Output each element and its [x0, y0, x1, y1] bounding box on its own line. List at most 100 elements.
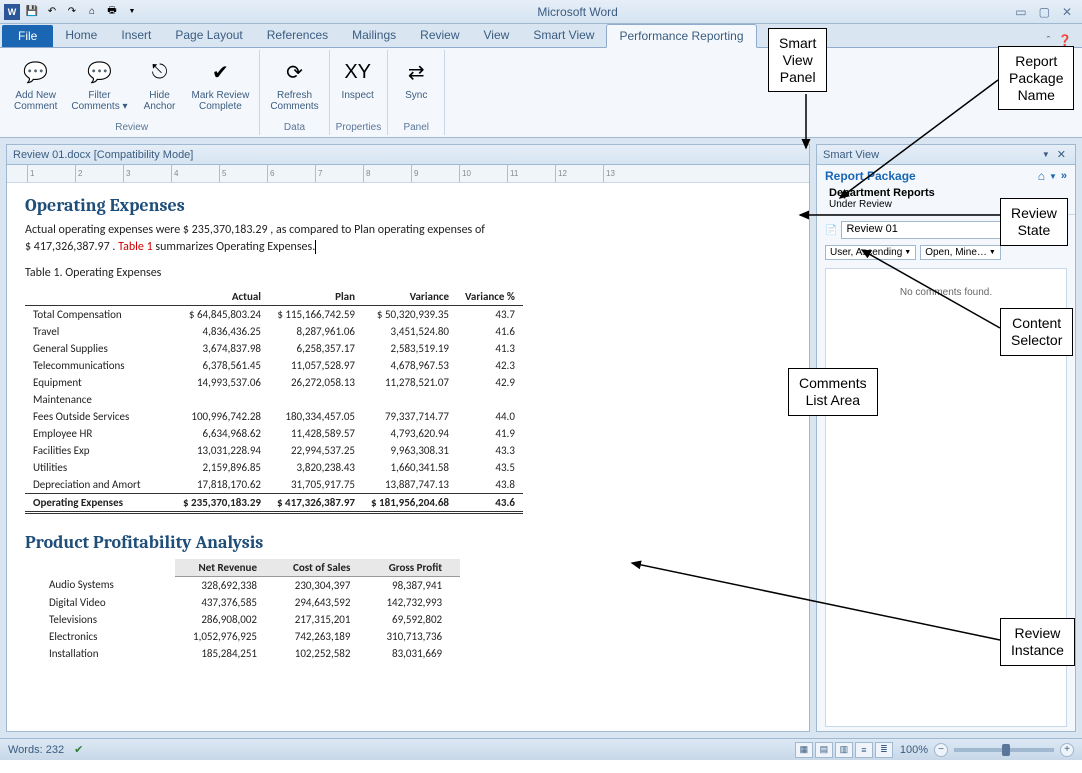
ribbon-group-review: 💬Add NewComment💬FilterComments ▾⎋HideAnc… [4, 50, 260, 135]
table-row: Televisions286,908,002217,315,20169,592,… [25, 611, 460, 628]
mark-review-complete-label: Mark ReviewComplete [192, 90, 250, 112]
view-full-screen[interactable]: ▤ [815, 742, 833, 758]
profitability-table: Net RevenueCost of SalesGross ProfitAudi… [25, 559, 460, 662]
tab-review[interactable]: Review [408, 24, 471, 47]
proofing-check-icon[interactable]: ✔ [74, 743, 83, 756]
ribbon-group-properties: XYInspect Properties [330, 50, 389, 135]
callout-content-selector: ContentSelector [1000, 308, 1073, 356]
document-area: Review 01.docx [Compatibility Mode] 1234… [0, 138, 1082, 738]
hide-anchor-icon: ⎋ [144, 56, 176, 88]
inspect[interactable]: XYInspect [336, 54, 380, 103]
tab-smart-view[interactable]: Smart View [521, 24, 606, 47]
zoom-in-button[interactable]: + [1060, 743, 1074, 757]
refresh-comments[interactable]: ⟳RefreshComments [266, 54, 322, 114]
quick-access-toolbar: W 💾 ↶ ↷ ⌂ 🖶 ▼ [4, 4, 140, 20]
close-button[interactable]: ✕ [1062, 5, 1072, 19]
table-row: Digital Video437,376,585294,643,592142,7… [25, 594, 460, 611]
table1-caption: Table 1. Operating Expenses [25, 266, 791, 280]
word-app-icon: W [4, 4, 20, 20]
tab-home[interactable]: Home [53, 24, 109, 47]
ribbon-group-panel: ⇄ Sync Panel [388, 50, 445, 135]
view-draft[interactable]: ≣ [875, 742, 893, 758]
ribbon-group-label: Properties [336, 120, 382, 135]
table-row: Fees Outside Services100,996,742.28180,3… [25, 408, 523, 425]
add-new-comment-label: Add NewComment [14, 90, 57, 112]
hide-anchor-label: HideAnchor [144, 90, 176, 112]
view-outline[interactable]: ≡ [855, 742, 873, 758]
view-web-layout[interactable]: ▥ [835, 742, 853, 758]
sort-filter[interactable]: User, Ascending▼ [825, 245, 916, 260]
qat-dropdown-icon[interactable]: ▼ [124, 4, 140, 20]
horizontal-ruler: 12345678910111213 [7, 165, 809, 183]
document-content: Operating Expenses Actual operating expe… [7, 183, 809, 731]
callout-report-package-name: ReportPackageName [998, 46, 1074, 110]
file-tab[interactable]: File [2, 25, 53, 47]
add-new-comment-icon: 💬 [20, 56, 52, 88]
tab-references[interactable]: References [255, 24, 340, 47]
panel-more-icon[interactable]: » [1061, 170, 1067, 182]
minimize-button[interactable]: ▭ [1015, 5, 1026, 19]
ribbon-body: 💬Add NewComment💬FilterComments ▾⎋HideAnc… [0, 48, 1082, 138]
refresh-comments-icon: ⟳ [278, 56, 310, 88]
title-bar: W 💾 ↶ ↷ ⌂ 🖶 ▼ Microsoft Word ▭ ▢ ✕ [0, 0, 1082, 24]
panel-menu-icon[interactable]: ▼ [1045, 172, 1061, 181]
table-row: Maintenance [25, 391, 523, 408]
filter-comments-icon: 💬 [83, 56, 115, 88]
no-comments-label: No comments found. [900, 287, 992, 298]
ribbon-group-label: Panel [394, 120, 438, 135]
zoom-out-button[interactable]: − [934, 743, 948, 757]
filter-comments[interactable]: 💬FilterComments ▾ [67, 54, 131, 114]
table-row: Audio Systems328,692,338230,304,39798,38… [25, 576, 460, 594]
ribbon-minimize-icon[interactable]: ˆ [1047, 35, 1051, 47]
ribbon-group-data: ⟳RefreshComments Data [260, 50, 329, 135]
view-print-layout[interactable]: ▦ [795, 742, 813, 758]
zoom-level[interactable]: 100% [900, 744, 928, 756]
mark-review-complete-icon: ✔ [204, 56, 236, 88]
sync[interactable]: ⇄ Sync [394, 54, 438, 103]
table-row: General Supplies3,674,837.986,258,357.17… [25, 340, 523, 357]
undo-icon[interactable]: ↶ [44, 4, 60, 20]
ribbon-tabs: File HomeInsertPage LayoutReferencesMail… [0, 24, 1082, 48]
smart-view-panel-title: Smart View ▼ ✕ [817, 145, 1075, 165]
tab-view[interactable]: View [472, 24, 522, 47]
table-row: Utilities2,159,896.853,820,238.431,660,3… [25, 459, 523, 476]
table-row: Telecommunications6,378,561.4511,057,528… [25, 357, 523, 374]
table-row: Travel4,836,436.258,287,961.063,451,524.… [25, 323, 523, 340]
panel-home-icon[interactable]: ⌂ [1038, 169, 1045, 183]
status-bar: Words: 232 ✔ ▦ ▤ ▥ ≡ ≣ 100% − + [0, 738, 1082, 760]
maximize-button[interactable]: ▢ [1039, 5, 1050, 19]
document-tab[interactable]: Review 01.docx [Compatibility Mode] [7, 145, 809, 165]
heading-profitability: Product Profitability Analysis [25, 532, 791, 553]
review-instance-icon: 📄 [825, 225, 837, 236]
table-row: Equipment14,993,537.0626,272,058.1311,27… [25, 374, 523, 391]
hide-anchor[interactable]: ⎋HideAnchor [138, 54, 182, 114]
add-new-comment[interactable]: 💬Add NewComment [10, 54, 61, 114]
panel-dropdown-icon[interactable]: ▼ [1038, 150, 1054, 159]
window-controls: ▭ ▢ ✕ [1015, 5, 1078, 19]
redo-icon[interactable]: ↷ [64, 4, 80, 20]
table1-reference: Table 1 [118, 240, 152, 254]
save-icon[interactable]: 💾 [24, 4, 40, 20]
panel-close-icon[interactable]: ✕ [1054, 148, 1069, 161]
sync-label: Sync [405, 90, 427, 101]
tab-page-layout[interactable]: Page Layout [163, 24, 254, 47]
mark-review-complete[interactable]: ✔Mark ReviewComplete [188, 54, 254, 114]
tab-performance-reporting[interactable]: Performance Reporting [606, 24, 756, 48]
ribbon-group-label: Data [266, 120, 322, 135]
status-filter[interactable]: Open, Mine…▼ [920, 245, 1001, 260]
smart-view-filters: User, Ascending▼ Open, Mine…▼ [817, 245, 1075, 264]
table-row: Facilities Exp13,031,228.9422,994,537.25… [25, 442, 523, 459]
table-row: Installation185,284,251102,252,58283,031… [25, 645, 460, 662]
words-label: Words: [8, 744, 43, 756]
heading-operating-expenses: Operating Expenses [25, 195, 791, 216]
home-icon[interactable]: ⌂ [84, 4, 100, 20]
table-row: Depreciation and Amort17,818,170.6231,70… [25, 476, 523, 494]
tab-insert[interactable]: Insert [109, 24, 163, 47]
zoom-slider[interactable] [954, 748, 1054, 752]
callout-review-state: ReviewState [1000, 198, 1068, 246]
print-icon[interactable]: 🖶 [104, 4, 120, 20]
tab-mailings[interactable]: Mailings [340, 24, 408, 47]
sync-icon: ⇄ [400, 56, 432, 88]
app-title: Microsoft Word [140, 5, 1015, 19]
callout-smart-view-panel: SmartViewPanel [768, 28, 827, 92]
